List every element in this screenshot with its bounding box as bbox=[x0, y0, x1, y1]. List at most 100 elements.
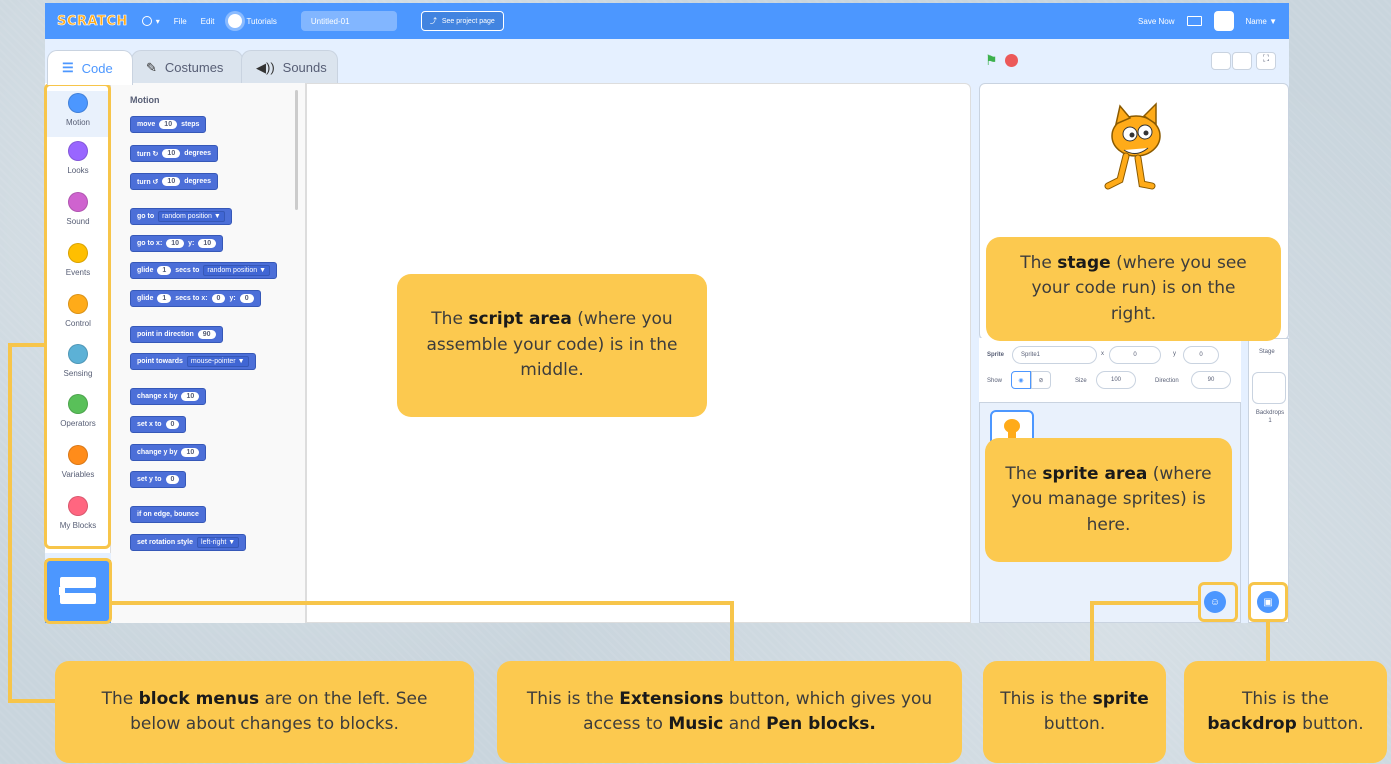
block-glide-xy[interactable]: glide 1 secs to x: 0 y: 0 bbox=[130, 290, 261, 307]
block-input[interactable]: 0 bbox=[239, 294, 254, 303]
tab-code-label: Code bbox=[81, 60, 113, 76]
callout-text: This is the bbox=[1241, 688, 1330, 709]
backdrops-label: Backdrops bbox=[1255, 410, 1285, 416]
file-menu[interactable]: File bbox=[174, 17, 187, 26]
block-set-x[interactable]: set x to 0 bbox=[130, 416, 187, 433]
show-label: Show bbox=[987, 378, 1003, 384]
save-now-link[interactable]: Save Now bbox=[1138, 17, 1174, 26]
connector-line bbox=[8, 343, 47, 347]
block-rotation-style[interactable]: set rotation style left-right ▼ bbox=[130, 534, 247, 551]
block-change-y[interactable]: change y by 10 bbox=[130, 444, 207, 461]
size-input[interactable]: 100 bbox=[1096, 371, 1136, 389]
show-hidden-icon[interactable]: ⊘ bbox=[1031, 371, 1051, 389]
block-dropdown[interactable]: mouse-pointer ▼ bbox=[186, 356, 249, 367]
folder-icon[interactable] bbox=[1186, 16, 1202, 26]
user-menu[interactable]: Name ▼ bbox=[1246, 17, 1277, 26]
connector-line bbox=[1090, 601, 1200, 605]
block-text: point in direction bbox=[137, 331, 194, 338]
size-label: Size bbox=[1075, 378, 1087, 384]
highlight-extensions bbox=[44, 558, 112, 624]
block-input[interactable]: 10 bbox=[162, 149, 181, 158]
sprite-label: Sprite bbox=[987, 352, 1005, 358]
callout-text: button. bbox=[1296, 714, 1364, 734]
show-visible-icon[interactable]: ◉ bbox=[1011, 371, 1031, 389]
callout-text: and bbox=[723, 714, 767, 734]
highlight-sprite-button bbox=[1198, 582, 1238, 622]
block-input[interactable]: 10 bbox=[181, 448, 200, 457]
block-text: turn ↺ bbox=[137, 178, 159, 186]
block-change-x[interactable]: change x by 10 bbox=[130, 388, 207, 405]
sprite-name-input[interactable]: Sprite1 bbox=[1012, 346, 1097, 364]
block-dropdown[interactable]: random position ▼ bbox=[158, 211, 225, 222]
callout-stage: The stage (where you see your code run) … bbox=[986, 237, 1281, 341]
callout-script-area: The script area (where you assemble your… bbox=[397, 274, 707, 417]
x-label: x bbox=[1101, 351, 1104, 357]
block-text: secs to x: bbox=[175, 295, 208, 302]
block-point-direction[interactable]: point in direction 90 bbox=[130, 326, 223, 343]
block-turn-right[interactable]: turn ↻ 10 degrees bbox=[130, 145, 219, 162]
block-input[interactable]: 0 bbox=[165, 475, 180, 484]
see-project-label: See project page bbox=[441, 17, 495, 25]
block-glide-random[interactable]: glide 1 secs to random position ▼ bbox=[130, 262, 278, 279]
block-input[interactable]: 10 bbox=[166, 239, 185, 248]
block-point-towards[interactable]: point towards mouse-pointer ▼ bbox=[130, 353, 256, 370]
block-input[interactable]: 0 bbox=[211, 294, 226, 303]
block-text: turn ↻ bbox=[137, 150, 159, 158]
block-go-to-xy[interactable]: go to x: 10 y: 10 bbox=[130, 235, 224, 252]
block-bounce[interactable]: if on edge, bounce bbox=[130, 506, 206, 523]
block-input[interactable]: 90 bbox=[197, 330, 216, 339]
block-input[interactable]: 10 bbox=[162, 177, 181, 186]
small-stage-button[interactable] bbox=[1211, 52, 1231, 70]
direction-input[interactable]: 90 bbox=[1191, 371, 1231, 389]
block-text: glide bbox=[137, 295, 154, 302]
block-move[interactable]: move 10 steps bbox=[130, 116, 207, 133]
project-title-input[interactable]: Untitled-01 bbox=[300, 11, 397, 31]
scratch-logo[interactable]: SCRATCH bbox=[57, 13, 128, 29]
cat-sprite-icon bbox=[1104, 102, 1161, 190]
callout-backdrop-button: This is the backdrop button. bbox=[1184, 661, 1387, 763]
language-menu[interactable]: ▾ bbox=[141, 16, 160, 26]
stage-label: Stage bbox=[1259, 349, 1275, 355]
block-input[interactable]: 10 bbox=[198, 239, 217, 248]
block-turn-left[interactable]: turn ↺ 10 degrees bbox=[130, 173, 219, 190]
block-input[interactable]: 1 bbox=[157, 266, 172, 275]
block-input[interactable]: 1 bbox=[157, 294, 172, 303]
y-input[interactable]: 0 bbox=[1183, 346, 1219, 364]
callout-sprite-button: This is the sprite button. bbox=[983, 661, 1166, 763]
green-flag-icon[interactable]: ⚑ bbox=[985, 52, 999, 68]
backdrop-thumbnail[interactable] bbox=[1252, 372, 1286, 404]
avatar[interactable] bbox=[1213, 11, 1234, 31]
backdrops-count: 1 bbox=[1268, 418, 1272, 424]
globe-icon bbox=[141, 16, 152, 26]
tutorials-button[interactable]: Tutorials bbox=[228, 14, 277, 28]
tab-sounds[interactable]: ◀)) Sounds bbox=[241, 50, 338, 84]
tab-costumes-label: Costumes bbox=[164, 60, 224, 75]
block-input[interactable]: 10 bbox=[159, 120, 178, 129]
see-project-page-button[interactable]: ⤴ See project page bbox=[420, 11, 504, 31]
callout-bold: stage bbox=[1057, 252, 1111, 273]
x-input[interactable]: 0 bbox=[1109, 346, 1161, 364]
block-text: point towards bbox=[137, 358, 183, 365]
block-set-y[interactable]: set y to 0 bbox=[130, 471, 187, 488]
block-dropdown[interactable]: left-right ▼ bbox=[197, 537, 240, 548]
large-stage-button[interactable] bbox=[1232, 52, 1252, 70]
fullscreen-icon[interactable]: ⛶ bbox=[1256, 52, 1276, 70]
callout-bold: block menus bbox=[138, 688, 260, 709]
edit-menu[interactable]: Edit bbox=[201, 17, 215, 26]
block-input[interactable]: 0 bbox=[165, 420, 180, 429]
block-input[interactable]: 10 bbox=[181, 392, 200, 401]
stop-icon[interactable] bbox=[1005, 54, 1018, 67]
sprite-info: Sprite Sprite1 x 0 y 0 Show ◉ ⊘ Size 100… bbox=[979, 338, 1241, 403]
block-dropdown[interactable]: random position ▼ bbox=[203, 265, 271, 276]
lightbulb-icon bbox=[228, 14, 243, 28]
block-text: steps bbox=[181, 121, 200, 128]
block-text: set rotation style bbox=[137, 539, 194, 546]
tab-costumes[interactable]: ✎ Costumes bbox=[131, 50, 243, 84]
palette-scrollbar[interactable] bbox=[295, 90, 298, 210]
stage-selector[interactable]: Stage Backdrops 1 bbox=[1248, 338, 1289, 623]
block-text: degrees bbox=[184, 150, 212, 157]
block-text: y: bbox=[229, 295, 236, 302]
tab-code[interactable]: ☰ Code bbox=[47, 50, 133, 85]
palette-title: Motion bbox=[130, 95, 160, 105]
block-go-to[interactable]: go to random position ▼ bbox=[130, 208, 232, 225]
